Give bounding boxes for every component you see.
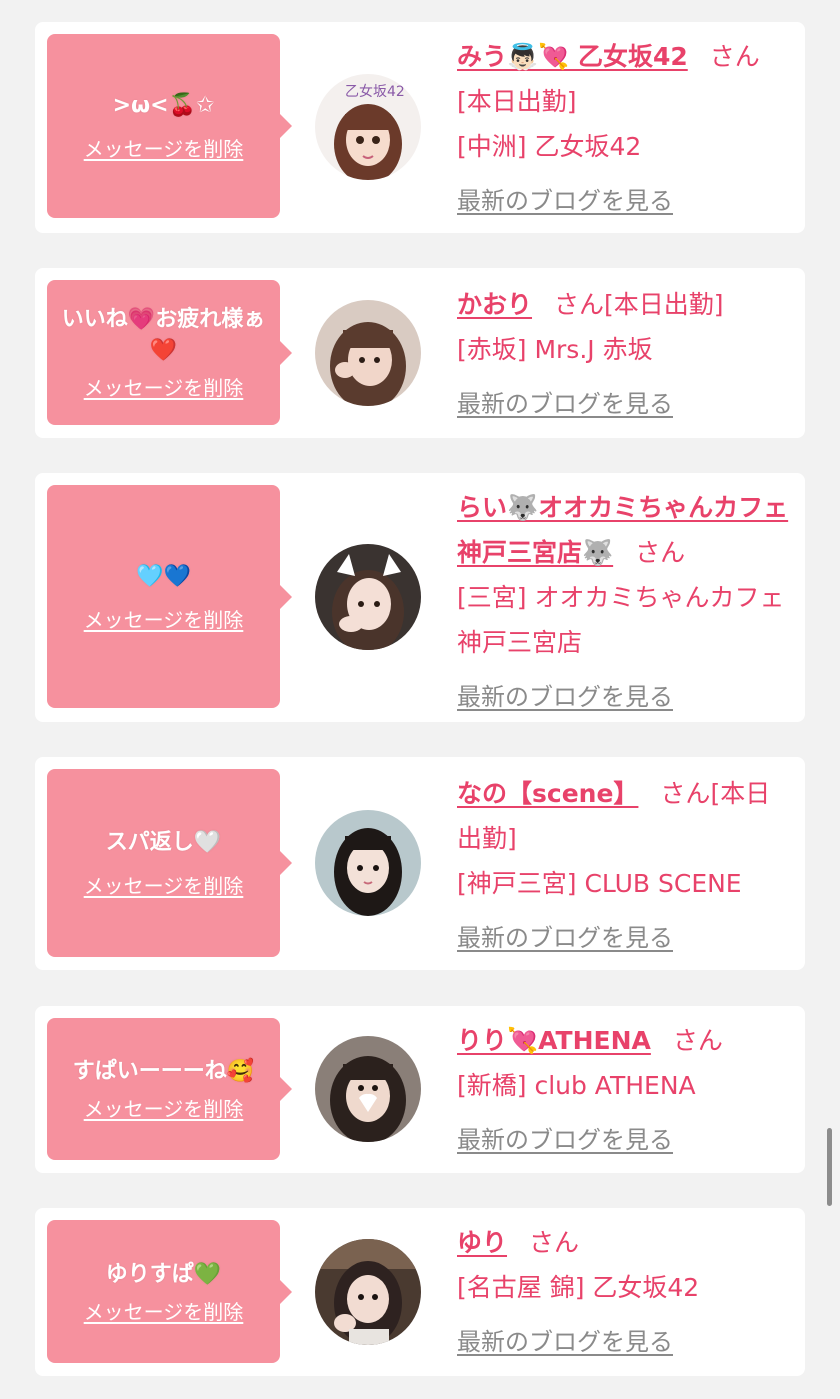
cast-info: みう👼🏻💘 乙女坂42 さん [本日出勤] [中洲] 乙女坂42 最新のブログを見… — [457, 34, 791, 224]
cast-name-link[interactable]: らい🐺オオカミちゃんカフェ神戸三宮店🐺 — [457, 493, 788, 567]
honorific: さん — [660, 779, 711, 808]
honorific: さん — [635, 538, 686, 567]
cast-info: らい🐺オオカミちゃんカフェ神戸三宮店🐺 さん [三宮] オオカミちゃんカフェ神戸三… — [457, 485, 791, 720]
avatar[interactable]: 乙女坂42 — [315, 74, 421, 180]
latest-blog-link[interactable]: 最新のブログを見る — [457, 382, 673, 427]
message-text: ゆりすぱ💚 — [105, 1261, 222, 1287]
message-text: すぱいーーーね🥰 — [72, 1059, 255, 1084]
cast-name-link[interactable]: なの【scene】 — [457, 779, 638, 808]
latest-blog-link[interactable]: 最新のブログを見る — [457, 675, 673, 720]
honorific: さん — [709, 42, 760, 71]
avatar[interactable] — [315, 810, 421, 916]
location-text: [赤坂] Mrs.J 赤坂 — [457, 335, 653, 364]
cast-name-link[interactable]: りり💘ATHENA — [457, 1026, 651, 1055]
cast-name-link[interactable]: みう👼🏻💘 乙女坂42 — [457, 42, 688, 71]
delete-message-link[interactable]: メッセージを削除 — [84, 1296, 244, 1325]
delete-message-link[interactable]: メッセージを削除 — [84, 1093, 244, 1122]
latest-blog-link[interactable]: 最新のブログを見る — [457, 179, 673, 224]
honorific: さん — [672, 1026, 723, 1055]
cast-name-link[interactable]: かおり — [457, 290, 532, 319]
latest-blog-link[interactable]: 最新のブログを見る — [457, 1320, 673, 1365]
message-bubble: スパ返し🤍 メッセージを削除 — [47, 769, 292, 957]
avatar[interactable] — [315, 300, 421, 406]
location-text: [神戸三宮] CLUB SCENE — [457, 869, 742, 898]
location-text: [中洲] 乙女坂42 — [457, 132, 642, 161]
latest-blog-link[interactable]: 最新のブログを見る — [457, 916, 673, 961]
delete-message-link[interactable]: メッセージを削除 — [84, 870, 244, 899]
message-bubble: 🩵💙 メッセージを削除 — [47, 485, 292, 708]
list-item: >ω<🍒✩ メッセージを削除 乙女坂42 みう👼🏻💘 乙女坂42 さん [本日出勤… — [35, 22, 805, 233]
message-bubble: >ω<🍒✩ メッセージを削除 — [47, 34, 292, 218]
cast-name-link[interactable]: ゆり — [457, 1228, 507, 1257]
honorific: さん — [529, 1228, 580, 1257]
cast-info: ゆり さん [名古屋 錦] 乙女坂42 最新のブログを見る — [457, 1220, 791, 1365]
avatar[interactable] — [315, 1239, 421, 1345]
list-item: 🩵💙 メッセージを削除 らい🐺オオカミちゃんカフェ神戸三宮店🐺 さん [三宮] オ… — [35, 473, 805, 722]
list-item: ゆりすぱ💚 メッセージを削除 ゆり さん [名古屋 錦] 乙女坂42 最新のブログ… — [35, 1208, 805, 1376]
scrollbar[interactable] — [827, 1128, 832, 1206]
delete-message-link[interactable]: メッセージを削除 — [84, 133, 244, 162]
honorific: さん — [554, 290, 605, 319]
message-bubble: ゆりすぱ💚 メッセージを削除 — [47, 1220, 292, 1363]
list-item: すぱいーーーね🥰 メッセージを削除 りり💘ATHENA さん [新橋] club … — [35, 1006, 805, 1173]
location-text: [新橋] club ATHENA — [457, 1071, 696, 1100]
cast-info: かおり さん[本日出勤] [赤坂] Mrs.J 赤坂 最新のブログを見る — [457, 282, 791, 427]
avatar-badge-text: 乙女坂42 — [345, 83, 405, 100]
message-bubble: いいね💗お疲れ様ぁ❤️ メッセージを削除 — [47, 280, 292, 425]
avatar[interactable] — [315, 544, 421, 650]
list-item: いいね💗お疲れ様ぁ❤️ メッセージを削除 かおり さん[本日出勤] [赤坂] Mr… — [35, 268, 805, 438]
cast-info: りり💘ATHENA さん [新橋] club ATHENA 最新のブログを見る — [457, 1018, 791, 1163]
status-text: [本日出勤] — [604, 290, 724, 319]
message-bubble: すぱいーーーね🥰 メッセージを削除 — [47, 1018, 292, 1160]
list-item: スパ返し🤍 メッセージを削除 なの【scene】 さん[本日出勤] [神戸三宮] … — [35, 757, 805, 970]
message-text: >ω<🍒✩ — [112, 93, 215, 118]
delete-message-link[interactable]: メッセージを削除 — [84, 372, 244, 401]
delete-message-link[interactable]: メッセージを削除 — [84, 604, 244, 633]
message-text: いいね💗お疲れ様ぁ❤️ — [61, 307, 266, 363]
message-text: スパ返し🤍 — [105, 830, 222, 855]
location-text: [三宮] オオカミちゃんカフェ神戸三宮店 — [457, 583, 785, 657]
latest-blog-link[interactable]: 最新のブログを見る — [457, 1118, 673, 1163]
cast-info: なの【scene】 さん[本日出勤] [神戸三宮] CLUB SCENE 最新のブ… — [457, 771, 791, 961]
status-text: [本日出勤] — [457, 87, 577, 116]
message-text: 🩵💙 — [136, 563, 191, 589]
avatar[interactable] — [315, 1036, 421, 1142]
location-text: [名古屋 錦] 乙女坂42 — [457, 1273, 700, 1302]
